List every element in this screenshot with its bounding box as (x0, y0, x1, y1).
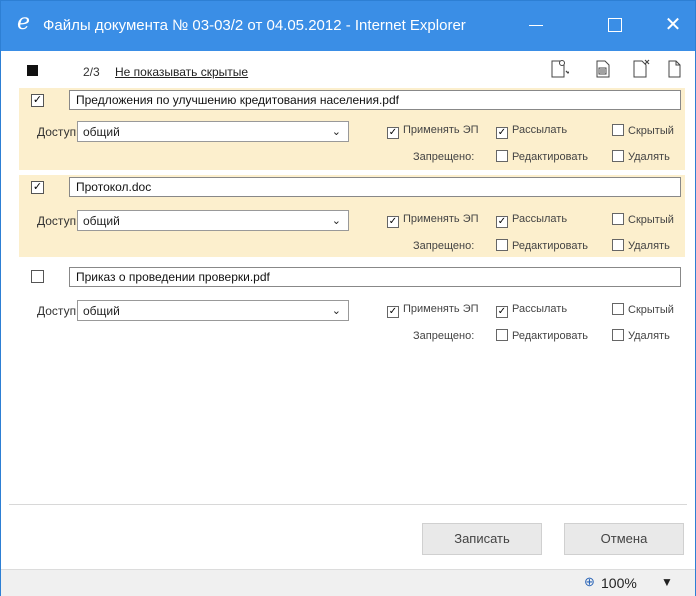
delete-checkbox[interactable]: Удалять (612, 150, 670, 163)
chevron-down-icon: ⌄ (331, 305, 341, 317)
apply-ep-checkbox[interactable]: ✓ Применять ЭП (387, 124, 479, 139)
apply-ep-label: Применять ЭП (403, 303, 479, 315)
add-file-icon (551, 60, 571, 78)
chevron-down-icon: ⌄ (331, 126, 341, 138)
save-button[interactable]: Записать (422, 523, 542, 555)
delete-label: Удалять (628, 330, 670, 342)
delete-file-icon (633, 59, 650, 78)
forbidden-label: Запрещено: (413, 240, 475, 252)
edit-checkbox[interactable]: Редактировать (496, 150, 588, 163)
send-checkbox[interactable]: ✓ Рассылать (496, 303, 567, 318)
delete-checkbox[interactable]: Удалять (612, 239, 670, 252)
cancel-button[interactable]: Отмена (564, 523, 684, 555)
delete-file-button[interactable] (631, 59, 651, 79)
chevron-down-icon: ⌄ (331, 215, 341, 227)
minimize-icon (529, 25, 543, 26)
access-value: общий (83, 304, 120, 318)
select-all-checkbox[interactable] (27, 65, 38, 76)
edit-checkbox[interactable]: Редактировать (496, 239, 588, 252)
access-value: общий (83, 125, 120, 139)
file-name-field[interactable]: Протокол.doc (69, 177, 681, 197)
zoom-icon[interactable]: ⊕ (584, 574, 595, 590)
file-select-checkbox[interactable]: ✓ (31, 94, 44, 107)
file-item: Приказ о проведении проверки.pdf Доступ:… (19, 264, 685, 346)
access-label: Доступ: (37, 125, 80, 139)
hidden-label: Скрытый (628, 214, 674, 226)
edit-checkbox[interactable]: Редактировать (496, 329, 588, 342)
selected-count: 2/3 (83, 65, 100, 79)
maximize-icon (608, 18, 622, 32)
send-label: Рассылать (512, 303, 568, 315)
copy-file-icon (668, 60, 681, 78)
maximize-button[interactable] (598, 11, 632, 39)
scan-icon (596, 60, 610, 78)
access-select[interactable]: общий ⌄ (77, 121, 349, 142)
browser-window: e Файлы документа № 03-03/2 от 04.05.201… (0, 0, 696, 596)
send-checkbox[interactable]: ✓ Рассылать (496, 213, 567, 228)
forbidden-label: Запрещено: (413, 330, 475, 342)
edit-label: Редактировать (512, 240, 588, 252)
minimize-button[interactable] (519, 11, 553, 39)
send-label: Рассылать (512, 213, 568, 225)
edit-label: Редактировать (512, 151, 588, 163)
delete-label: Удалять (628, 240, 670, 252)
add-file-button[interactable] (549, 59, 571, 79)
send-label: Рассылать (512, 124, 568, 136)
edit-label: Редактировать (512, 330, 588, 342)
file-name-field[interactable]: Приказ о проведении проверки.pdf (69, 267, 681, 287)
hidden-checkbox[interactable]: Скрытый (612, 124, 674, 137)
hidden-checkbox[interactable]: Скрытый (612, 213, 674, 226)
title-bar: e Файлы документа № 03-03/2 от 04.05.201… (1, 1, 695, 51)
internet-explorer-icon: e (17, 10, 31, 35)
close-button[interactable]: ✕ (656, 11, 690, 39)
access-label: Доступ: (37, 304, 80, 318)
footer-divider (9, 504, 687, 505)
hidden-label: Скрытый (628, 125, 674, 137)
hidden-label: Скрытый (628, 304, 674, 316)
access-value: общий (83, 214, 120, 228)
apply-ep-label: Применять ЭП (403, 213, 479, 225)
forbidden-label: Запрещено: (413, 151, 475, 163)
file-item: ✓ Предложения по улучшению кредитования … (19, 88, 685, 170)
apply-ep-checkbox[interactable]: ✓ Применять ЭП (387, 303, 479, 318)
access-select[interactable]: общий ⌄ (77, 300, 349, 321)
file-item: ✓ Протокол.doc Доступ: общий ⌄ ✓ Применят… (19, 175, 685, 257)
status-bar: ⊕ 100% ▼ (1, 569, 695, 596)
window-title: Файлы документа № 03-03/2 от 04.05.2012 … (43, 17, 466, 34)
apply-ep-checkbox[interactable]: ✓ Применять ЭП (387, 213, 479, 228)
zoom-dropdown-icon[interactable]: ▼ (661, 575, 673, 589)
delete-label: Удалять (628, 151, 670, 163)
hidden-checkbox[interactable]: Скрытый (612, 303, 674, 316)
access-label: Доступ: (37, 214, 80, 228)
send-checkbox[interactable]: ✓ Рассылать (496, 124, 567, 139)
close-icon: ✕ (664, 14, 682, 36)
hide-hidden-link[interactable]: Не показывать скрытые (115, 65, 248, 79)
delete-checkbox[interactable]: Удалять (612, 329, 670, 342)
file-select-checkbox[interactable]: ✓ (31, 181, 44, 194)
file-name-field[interactable]: Предложения по улучшению кредитования на… (69, 90, 681, 110)
file-select-checkbox[interactable] (31, 270, 44, 283)
copy-file-button[interactable] (664, 59, 684, 79)
apply-ep-label: Применять ЭП (403, 124, 479, 136)
scan-button[interactable] (593, 59, 613, 79)
zoom-level[interactable]: 100% (601, 575, 637, 591)
files-toolbar: 2/3 Не показывать скрытые (19, 59, 685, 83)
access-select[interactable]: общий ⌄ (77, 210, 349, 231)
